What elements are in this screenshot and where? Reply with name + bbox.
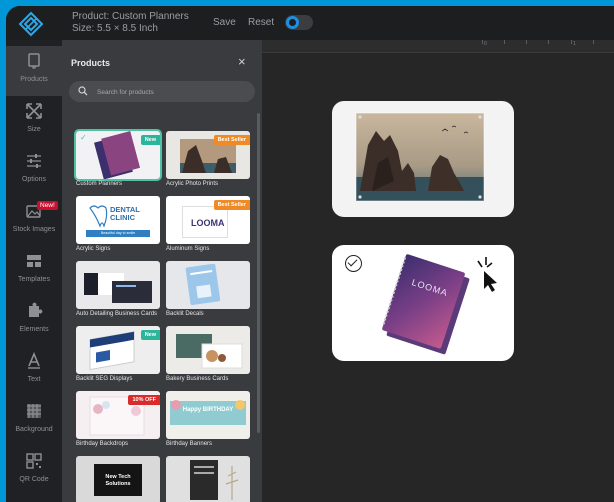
sidebar-item-products[interactable]: Products	[6, 46, 62, 96]
qr-code-icon	[26, 453, 42, 469]
product-card-birthday-backdrops[interactable]: 10% OFF	[76, 391, 160, 439]
product-card-menu-display[interactable]	[166, 456, 250, 502]
thumb-heading: LOOMA	[191, 218, 225, 228]
ruler-mark: 1	[573, 41, 576, 47]
sidebar-item-label: Text	[27, 376, 41, 383]
best-seller-badge: Best Seller	[213, 135, 250, 145]
horizontal-ruler: 0 1	[262, 40, 614, 53]
product-name: Acrylic Photo Prints	[166, 181, 219, 187]
logo-icon[interactable]	[18, 11, 44, 37]
product-name: Product: Custom Planners	[72, 11, 189, 22]
planner-preview-card[interactable]: LOOMA	[332, 245, 514, 361]
close-icon[interactable]: ×	[238, 54, 246, 69]
sidebar-item-background[interactable]: Background	[6, 396, 62, 446]
sidebar-item-label: QR Code	[19, 476, 49, 483]
checkmark-icon: ✓	[80, 133, 87, 142]
sidebar-item-label: Elements	[19, 326, 49, 333]
ruler-mark: 0	[484, 41, 487, 47]
product-icon	[28, 53, 40, 69]
product-card-acrylic-signs[interactable]: DENTAL CLINIC Beautiful day to smile	[76, 196, 160, 244]
best-seller-badge: Best Seller	[213, 200, 250, 210]
product-card-auto-detailing-business-cards[interactable]	[76, 261, 160, 309]
product-card-backlit-seg-displays[interactable]: New	[76, 326, 160, 374]
product-name: Bakery Business Cards	[166, 376, 229, 382]
sidebar-item-label: Templates	[18, 276, 50, 283]
search-box	[69, 81, 255, 104]
new-badge: New!	[37, 201, 58, 210]
search-input[interactable]	[95, 81, 249, 104]
discount-badge: 10% OFF	[128, 395, 160, 405]
sidebar-item-label: Products	[20, 76, 48, 83]
product-name: Backlit Decals	[166, 311, 204, 317]
theme-toggle[interactable]	[285, 15, 313, 30]
text-icon	[28, 352, 40, 369]
tool-sidebar: Products Size Options New! Stock Images …	[6, 40, 62, 502]
sidebar-item-label: Stock Images	[12, 226, 56, 233]
sidebar-item-stock-images[interactable]: New! Stock Images	[6, 196, 62, 246]
product-name: Custom Planners	[76, 181, 123, 187]
sidebar-item-text[interactable]: Text	[6, 346, 62, 396]
product-card-backlit-decals[interactable]	[166, 261, 250, 309]
product-card-birthday-banners[interactable]: Happy BIRTHDAY	[166, 391, 250, 439]
app-frame: Product: Custom Planners Size: 5.5 × 8.5…	[6, 6, 614, 502]
product-name: Acrylic Signs	[76, 246, 111, 252]
save-button[interactable]: Save	[213, 17, 236, 28]
puzzle-icon	[29, 302, 43, 317]
product-card-bakery-business-cards[interactable]	[166, 326, 250, 374]
resize-icon	[26, 103, 42, 119]
sidebar-item-label: Background	[15, 426, 53, 433]
sidebar-item-elements[interactable]: Elements	[6, 296, 62, 346]
product-name: Auto Detailing Business Cards	[76, 311, 158, 317]
sidebar-item-size[interactable]: Size	[6, 96, 62, 146]
product-name: Birthday Banners	[166, 441, 213, 447]
reset-button[interactable]: Reset	[248, 17, 274, 28]
new-badge: New	[140, 330, 160, 340]
sidebar-item-templates[interactable]: Templates	[6, 246, 62, 296]
search-icon	[78, 86, 88, 96]
top-bar: Product: Custom Planners Size: 5.5 × 8.5…	[6, 6, 614, 40]
product-card-custom-planners[interactable]: ✓ New	[76, 131, 160, 179]
product-card-acrylic-photo-prints[interactable]: Best Seller	[166, 131, 250, 179]
sidebar-item-label: Size	[27, 126, 41, 133]
product-name: Birthday Backdrops	[76, 441, 129, 447]
product-size: Size: 5.5 × 8.5 Inch	[72, 23, 158, 34]
templates-icon	[27, 255, 41, 267]
product-card-aluminum-signs[interactable]: LOOMA Best Seller	[166, 196, 250, 244]
product-name: Aluminum Signs	[166, 246, 210, 252]
new-badge: New	[140, 135, 160, 145]
pattern-icon	[27, 404, 41, 418]
panel-title: Products	[71, 58, 111, 68]
acrylic-preview-card[interactable]	[332, 101, 514, 217]
business-cards-thumbnail	[76, 261, 160, 309]
thumb-heading: New Tech Solutions	[105, 474, 131, 487]
decal-thumbnail	[166, 261, 250, 309]
products-panel: Products × ✓ New Custom Planners Best Se…	[62, 40, 262, 502]
thumb-subtext: Beautiful day to smile	[100, 231, 136, 235]
moon-icon	[286, 16, 299, 29]
menu-display-thumbnail	[166, 456, 250, 502]
banner-thumbnail	[166, 391, 250, 439]
thumb-heading: Happy BIRTHDAY	[182, 407, 234, 413]
product-name: Backlit SEG Displays	[76, 376, 133, 382]
sidebar-item-qr-code[interactable]: QR Code	[6, 446, 62, 496]
bakery-cards-thumbnail	[166, 326, 250, 374]
sidebar-item-label: Options	[21, 176, 47, 183]
planner-preview: LOOMA	[382, 254, 497, 355]
thumb-heading: DENTAL CLINIC	[110, 205, 140, 222]
product-card-tech-sign[interactable]: New Tech Solutions	[76, 456, 160, 502]
acrylic-photo-preview	[355, 112, 485, 202]
sliders-icon	[27, 154, 41, 168]
sidebar-item-options[interactable]: Options	[6, 146, 62, 196]
panel-scrollbar[interactable]	[257, 113, 260, 433]
